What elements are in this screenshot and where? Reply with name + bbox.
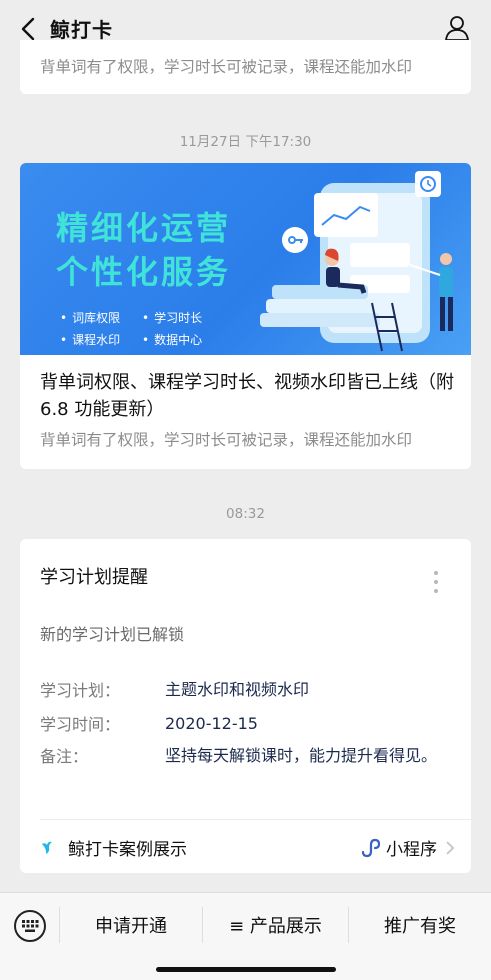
mini-program-link[interactable]: 小程序 (360, 835, 455, 860)
field-label: 学习时间： (40, 715, 121, 734)
chevron-right-icon (446, 840, 455, 855)
message-title: 学习计划提醒 (40, 567, 148, 588)
menu-products[interactable]: ≡ 产品展示 (203, 893, 348, 957)
divider (40, 819, 471, 820)
mini-program-label: 小程序 (386, 840, 437, 860)
source-account[interactable]: 鲸打卡案例展示 (40, 835, 187, 860)
article-title: 背单词权限、课程学习时长、视频水印皆已上线（附 6.8 功能更新） (40, 372, 454, 420)
previous-article-card[interactable]: 背单词有了权限，学习时长可被记录，课程还能加水印 (20, 40, 471, 94)
profile-icon[interactable] (443, 14, 471, 42)
field-value: 坚持每天解锁课时，能力提升看得见。 (165, 746, 438, 765)
home-indicator (156, 967, 336, 972)
banner-feature: 学习时长 (142, 309, 202, 326)
whale-icon (42, 841, 52, 854)
field-value: 2020-12-15 (165, 714, 258, 733)
mini-program-icon (361, 838, 380, 857)
field-label: 学习计划： (40, 681, 121, 700)
keyboard-icon[interactable] (14, 910, 46, 942)
field-value: 主题水印和视频水印 (165, 680, 310, 699)
field-label: 备注： (40, 747, 89, 766)
banner-subheadline: 个性化服务 (56, 253, 232, 291)
timestamp: 11月27日 下午17:30 (179, 134, 312, 150)
banner-headline: 精细化运营 (56, 209, 232, 247)
template-message-card[interactable]: 学习计划提醒 新的学习计划已解锁 学习计划： 主题水印和视频水印 学习时间： 2… (20, 539, 471, 873)
banner-feature: 数据中心 (142, 331, 202, 348)
page-title: 鲸打卡 (50, 18, 113, 42)
banner-feature: 课程水印 (60, 331, 120, 348)
menu-apply[interactable]: 申请开通 (60, 893, 202, 957)
more-dots-icon[interactable] (433, 571, 439, 597)
timestamp: 08:32 (226, 506, 265, 522)
source-name: 鲸打卡案例展示 (68, 840, 187, 860)
article-card[interactable]: 精细化运营 个性化服务 词库权限 学习时长 课程水印 数据中心 背单词权限、课程… (20, 163, 471, 469)
menu-referral[interactable]: 推广有奖 (349, 893, 491, 957)
article-summary: 背单词有了权限，学习时长可被记录，课程还能加水印 (40, 58, 413, 76)
back-arrow-icon[interactable] (18, 16, 40, 42)
article-banner: 精细化运营 个性化服务 词库权限 学习时长 课程水印 数据中心 (20, 163, 471, 355)
banner-feature: 词库权限 (60, 309, 120, 326)
article-summary: 背单词有了权限，学习时长可被记录，课程还能加水印 (40, 431, 413, 449)
message-description: 新的学习计划已解锁 (40, 625, 185, 644)
